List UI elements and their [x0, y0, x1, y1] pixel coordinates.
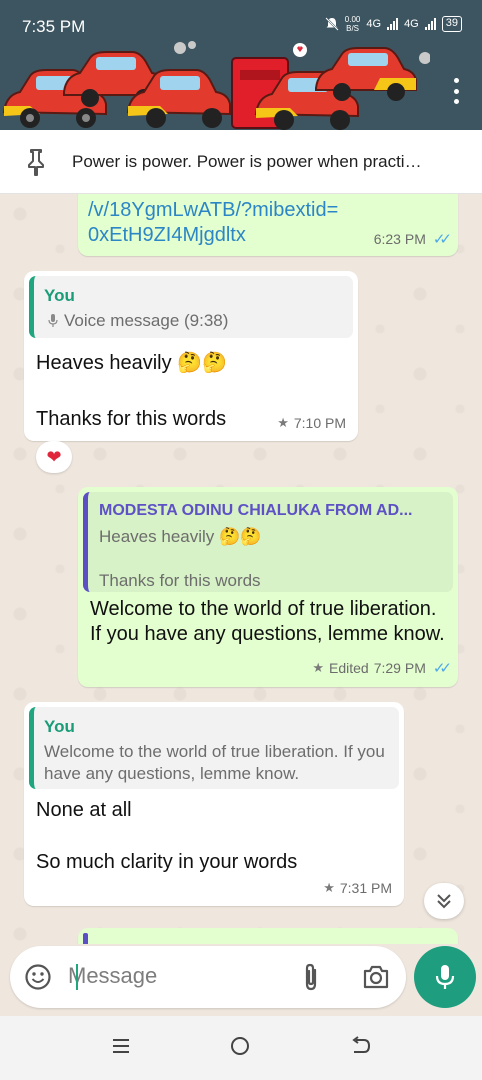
- message-link[interactable]: /v/18YgmLwATB/?mibextid= 0xEtH9ZI4Mjgdlt…: [88, 198, 338, 248]
- scroll-to-bottom-button[interactable]: [424, 883, 464, 919]
- emoji-button[interactable]: [24, 963, 52, 996]
- network-label-2: 4G: [404, 18, 419, 30]
- text-caret: [76, 964, 78, 990]
- network-label-1: 4G: [366, 18, 382, 30]
- message-text: Welcome to the world of true liberation.…: [90, 598, 445, 645]
- edited-label: Edited: [329, 660, 369, 676]
- net-speed: 0.00 B/S: [344, 15, 361, 33]
- quote-bar: [83, 933, 88, 944]
- back-button[interactable]: [350, 1036, 372, 1061]
- message-meta: ★ 7:10 PM: [277, 415, 346, 431]
- quoted-message[interactable]: You Welcome to the world of true liberat…: [29, 707, 399, 789]
- heart-reaction[interactable]: ❤: [36, 441, 72, 473]
- mute-bell-icon: [325, 17, 339, 31]
- camera-button[interactable]: [362, 964, 390, 995]
- message-line-2: So much clarity in your words: [36, 851, 298, 873]
- chat-header: 7:35 PM 0.00 B/S 4G 4G 39: [0, 0, 482, 130]
- star-icon: ★: [323, 880, 335, 895]
- signal-icon-2: [424, 18, 436, 30]
- outgoing-message[interactable]: MODESTA ODINU CHIALUKA FROM AD... Heaves…: [78, 487, 458, 687]
- camera-icon: [363, 965, 389, 989]
- attach-icon: [305, 963, 317, 991]
- pinned-message-bar[interactable]: Power is power. Power is power when prac…: [0, 130, 482, 194]
- more-vert-icon[interactable]: [454, 78, 460, 104]
- outgoing-message-partial[interactable]: [78, 928, 458, 944]
- message-line-1: None at all: [36, 799, 132, 821]
- double-chevron-down-icon: [437, 894, 451, 909]
- quote-author: You: [44, 286, 75, 305]
- battery-icon: 39: [441, 16, 462, 32]
- message-meta: ★ 7:31 PM: [323, 880, 392, 896]
- recent-apps-button[interactable]: [111, 1036, 131, 1061]
- quote-line-2: Thanks for this words: [99, 571, 261, 590]
- status-icons: 0.00 B/S 4G 4G 39: [325, 15, 462, 33]
- emoji-icon: [25, 964, 51, 990]
- outgoing-message-link[interactable]: /v/18YgmLwATB/?mibextid= 0xEtH9ZI4Mjgdlt…: [78, 194, 458, 256]
- mic-icon: [435, 965, 455, 989]
- quoted-message[interactable]: MODESTA ODINU CHIALUKA FROM AD... Heaves…: [83, 492, 453, 592]
- message-line-1: Heaves heavily 🤔🤔: [36, 352, 227, 374]
- back-icon: [352, 1036, 371, 1053]
- recent-apps-icon: [113, 1039, 129, 1053]
- star-icon: ★: [312, 660, 325, 675]
- incoming-message[interactable]: You Voice message (9:38) Heaves heavily …: [24, 271, 358, 441]
- star-icon: ★: [277, 415, 289, 430]
- pinned-message-text: Power is power. Power is power when prac…: [72, 151, 422, 171]
- message-composer: [10, 946, 406, 1008]
- quote-text: Welcome to the world of true liberation.…: [44, 742, 385, 783]
- status-time: 7:35 PM: [22, 17, 86, 36]
- voice-record-button[interactable]: [414, 946, 476, 1008]
- pin-icon: [0, 148, 72, 176]
- quote-line-1: Heaves heavily 🤔🤔: [99, 527, 262, 546]
- message-line-2: Thanks for this words: [36, 408, 227, 430]
- home-button[interactable]: [230, 1036, 250, 1061]
- incoming-message[interactable]: You Welcome to the world of true liberat…: [24, 702, 404, 906]
- quote-voice: Voice message (9:38): [48, 310, 228, 332]
- home-icon: [231, 1037, 249, 1055]
- message-time: 7:31 PM: [339, 880, 392, 896]
- quote-author: MODESTA ODINU CHIALUKA FROM AD...: [99, 502, 413, 519]
- message-meta: 6:23 PM ✓✓: [373, 230, 452, 248]
- read-ticks-icon: ✓✓: [432, 660, 452, 677]
- message-input[interactable]: [68, 960, 278, 992]
- message-time: 7:10 PM: [293, 415, 346, 431]
- quote-author: You: [44, 717, 75, 736]
- message-time: 6:23 PM: [373, 231, 426, 247]
- signal-icon: [387, 18, 399, 30]
- mic-small-icon: [48, 314, 58, 327]
- message-meta: ★ Edited 7:29 PM ✓✓: [312, 659, 452, 677]
- message-time: 7:29 PM: [373, 660, 426, 676]
- wallpaper-cars-illustration: [2, 41, 430, 130]
- system-nav-bar: [0, 1016, 482, 1080]
- chat-area[interactable]: /v/18YgmLwATB/?mibextid= 0xEtH9ZI4Mjgdlt…: [0, 194, 482, 944]
- read-ticks-icon: ✓✓: [432, 231, 452, 248]
- attach-button[interactable]: [300, 962, 322, 997]
- quoted-message[interactable]: You Voice message (9:38): [29, 276, 353, 338]
